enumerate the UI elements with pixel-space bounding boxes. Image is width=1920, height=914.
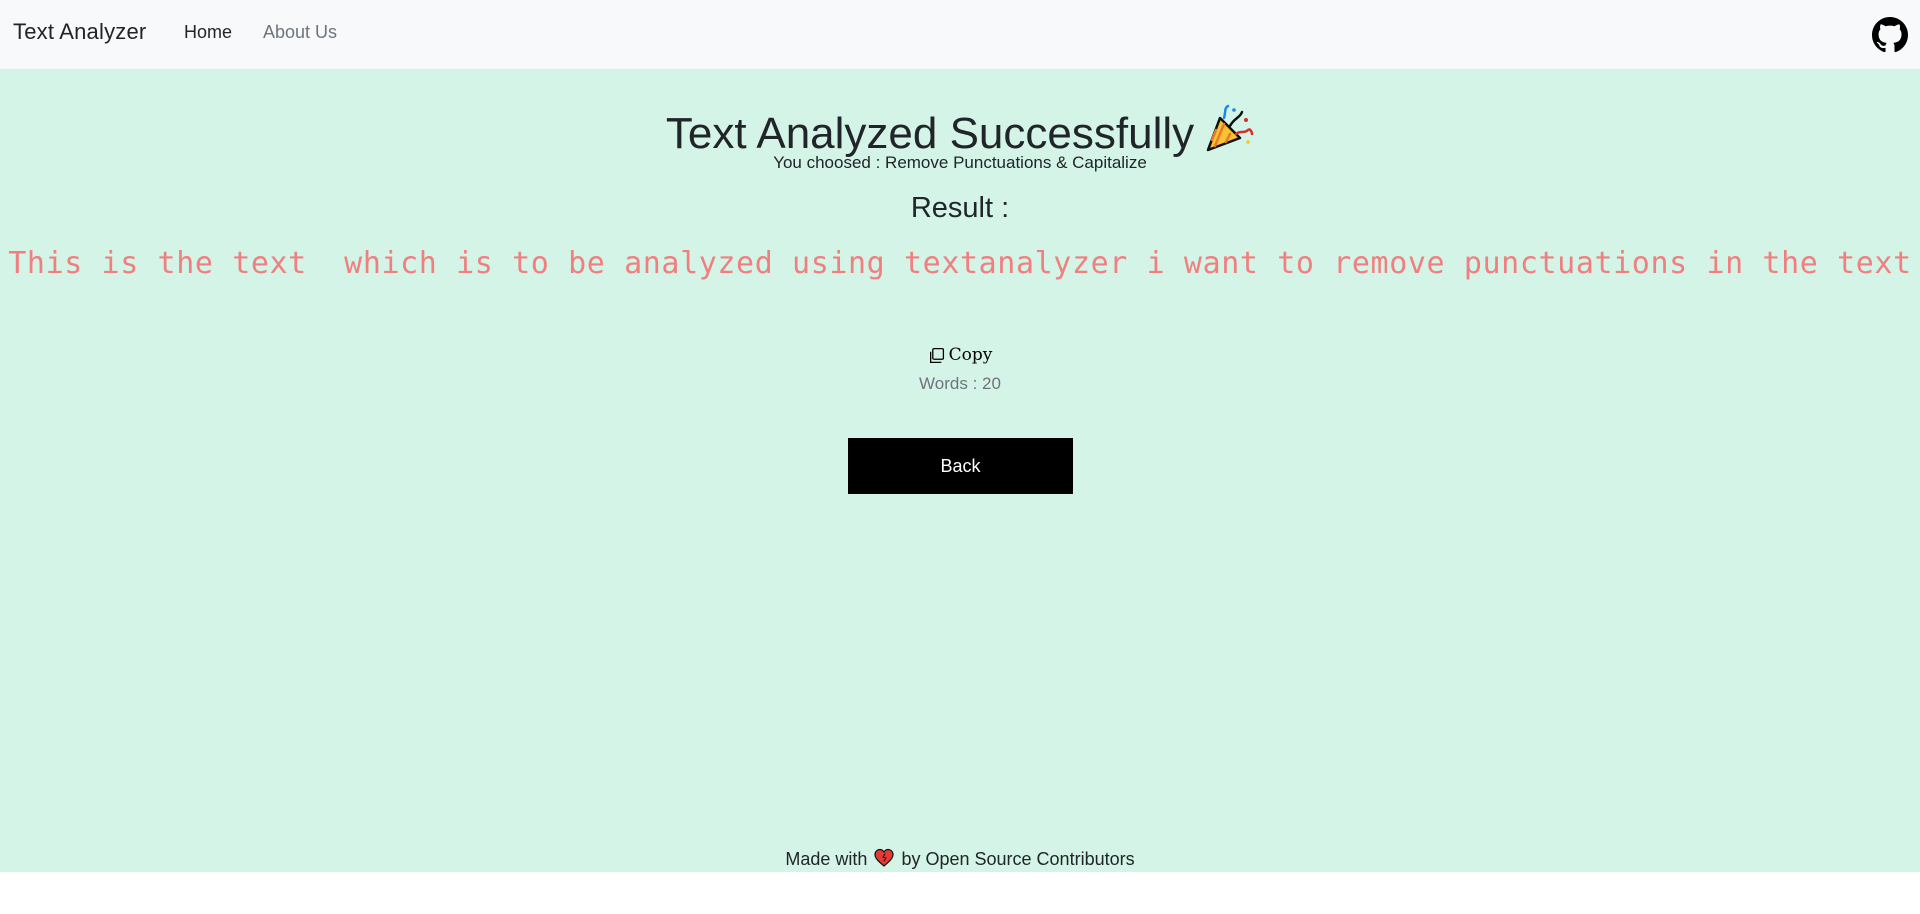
- page-title-text: Text Analyzed Successfully: [665, 109, 1195, 158]
- page-title: Text Analyzed Successfully: [0, 104, 1920, 160]
- footer: Made with by Open Source Contributors: [0, 848, 1920, 870]
- copy-button[interactable]: Copy: [928, 345, 993, 365]
- footer-text-before: Made with: [785, 849, 868, 869]
- result-text: This is the text which is to be analyzed…: [8, 246, 1912, 281]
- github-link[interactable]: [1872, 17, 1908, 53]
- navbar: Text Analyzer Home About Us: [0, 0, 1920, 70]
- github-icon: [1872, 17, 1908, 53]
- footer-text-after: by Open Source Contributors: [901, 849, 1135, 869]
- brand-link[interactable]: Text Analyzer: [13, 19, 146, 45]
- nav-link-about-us[interactable]: About Us: [263, 22, 337, 43]
- copy-icon: [929, 347, 944, 363]
- party-popper-icon: [1206, 104, 1254, 152]
- heart-icon: [874, 848, 895, 867]
- chosen-options-text: You choosed : Remove Punctuations & Capi…: [773, 153, 1147, 172]
- main-content: Text Analyzed Successfully You choosed :…: [0, 70, 1920, 872]
- copy-label: Copy: [948, 345, 993, 365]
- word-count: Words : 20: [919, 374, 1001, 393]
- back-button[interactable]: Back: [848, 438, 1073, 494]
- nav-link-home[interactable]: Home: [184, 22, 232, 43]
- result-heading: Result :: [910, 192, 1010, 224]
- copy-row: Copy: [0, 345, 1920, 369]
